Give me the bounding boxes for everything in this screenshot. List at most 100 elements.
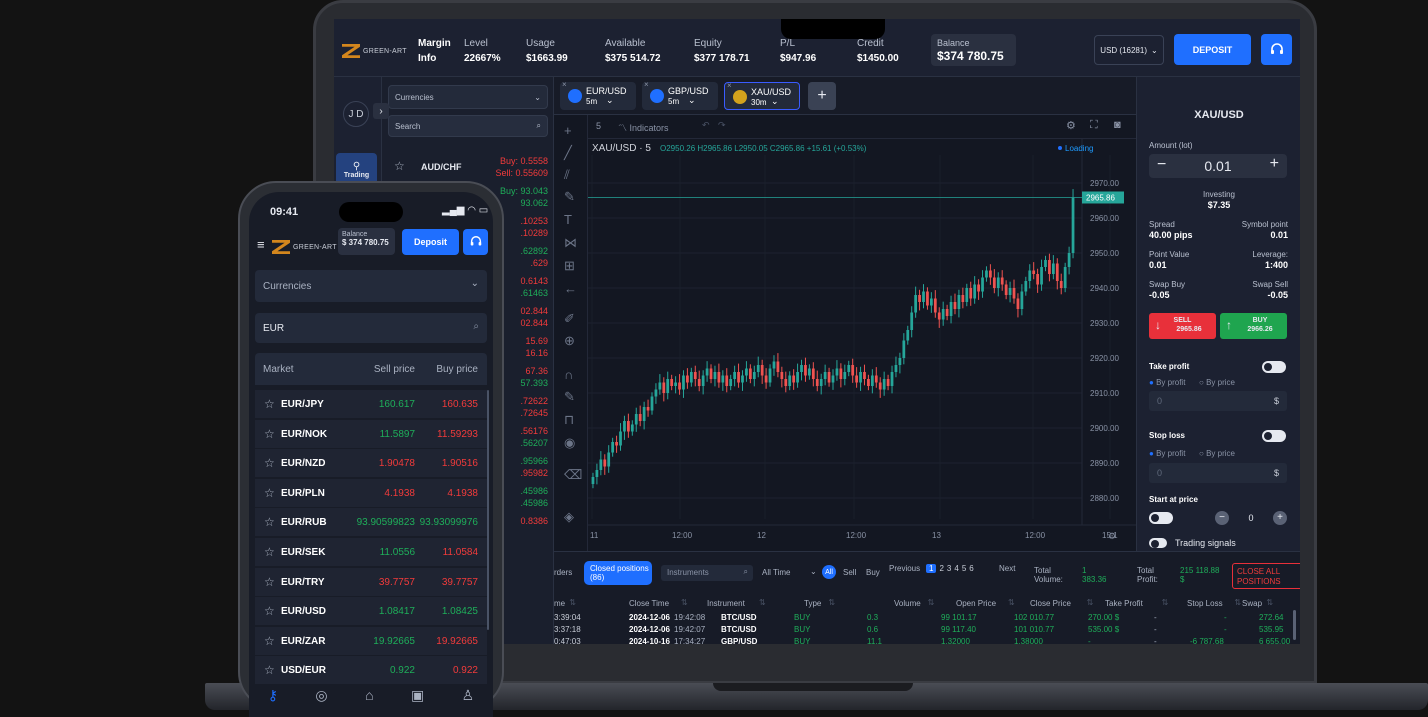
chart-icon[interactable]: ◎ (315, 687, 327, 717)
close-all-button[interactable]: CLOSE ALL POSITIONS (1232, 563, 1300, 589)
key-icon[interactable]: ⚷ (268, 687, 278, 717)
market-row[interactable]: ☆ EUR/ZAR 19.92665 19.92665 (255, 626, 487, 656)
star-icon[interactable]: ☆ (264, 456, 275, 470)
market-row[interactable]: ☆ EUR/TRY 39.7757 39.7757 (255, 567, 487, 597)
lock-icon[interactable]: ⊓ (564, 412, 574, 428)
star-icon[interactable]: ☆ (264, 634, 275, 648)
market-row[interactable]: ☆ EUR/USD 1.08417 1.08425 (255, 597, 487, 627)
eye-icon[interactable]: ◉ (564, 435, 575, 451)
orders-tab[interactable]: rders (554, 568, 572, 577)
sort-icon[interactable]: ⇅ (1008, 598, 1015, 607)
brush-icon[interactable]: ✎ (564, 189, 575, 205)
avatar[interactable]: J D (343, 101, 369, 127)
page-button[interactable]: 3 (947, 564, 951, 573)
collapse-toggle[interactable]: › (373, 103, 389, 119)
closed-positions-tab[interactable]: Closed positions (86) (584, 561, 652, 585)
time-filter[interactable]: All Time ⌄ (760, 565, 820, 581)
star-icon[interactable]: ☆ (264, 486, 275, 500)
sort-icon[interactable]: ⇅ (1087, 598, 1094, 607)
column-header[interactable]: Type (804, 599, 821, 608)
stop-loss-input[interactable]: 0 $ (1149, 463, 1287, 483)
column-header[interactable]: Close Time (629, 599, 669, 608)
star-icon[interactable]: ☆ (264, 545, 275, 559)
menu-icon[interactable]: ≡ (257, 237, 265, 252)
pattern-icon[interactable]: ⋈ (564, 235, 577, 251)
take-profit-input[interactable]: 0 $ (1149, 391, 1287, 411)
chart-tab[interactable]: × GBP/USD 5m ⌄ (642, 80, 718, 110)
page-button[interactable]: 6 (969, 564, 973, 573)
fullscreen-icon[interactable]: ⛶ (1090, 119, 1098, 132)
filter-all[interactable]: All (822, 565, 836, 579)
chart-tab[interactable]: × XAU/USD 30m ⌄ (724, 81, 800, 110)
market-row[interactable]: ☆ EUR/NOK 11.5897 11.59293 (255, 419, 487, 449)
next-page[interactable]: Next (999, 564, 1015, 573)
pencil-icon[interactable]: ✐ (564, 311, 575, 327)
start-price-stepper[interactable]: − 0 + (1215, 511, 1287, 526)
undo-icon[interactable]: ↶ (702, 120, 710, 131)
position-row[interactable]: 3:39:04 2024-12-06 19:42:08 BTC/USD BUY 0.3 99… (554, 612, 1300, 624)
back-arrow-icon[interactable]: ← (564, 281, 577, 296)
column-header[interactable]: Volume (894, 599, 921, 608)
lock-draw-icon[interactable]: ✎ (564, 389, 575, 405)
sort-icon[interactable]: ⇅ (1266, 598, 1273, 607)
page-button[interactable]: 1 (926, 564, 937, 573)
account-select[interactable]: USD (16281) ⌄ (1094, 35, 1164, 65)
start-price-toggle[interactable] (1149, 512, 1173, 524)
market-row[interactable]: ☆ EUR/JPY 160.617 160.635 (255, 390, 487, 419)
position-row[interactable]: 3:37:18 2024-12-06 19:42:07 BTC/USD BUY 0.6 99… (554, 624, 1300, 636)
scrollbar[interactable] (487, 390, 489, 630)
plus-button[interactable]: + (1270, 155, 1279, 173)
page-button[interactable]: 5 (962, 564, 966, 573)
settings-icon[interactable]: ⚙ (1066, 119, 1076, 132)
plus-button[interactable]: + (1273, 511, 1287, 525)
filter-buy[interactable]: Buy (866, 568, 880, 577)
trash-icon[interactable]: ⌫ (564, 467, 582, 483)
amount-stepper[interactable]: − 0.01 + (1149, 154, 1287, 178)
star-icon[interactable]: ☆ (264, 663, 275, 677)
column-header[interactable]: me (554, 599, 565, 608)
price-chart[interactable]: 2970.00 2960.00 2950.00 2940.00 2930.00 2920.… (588, 139, 1136, 551)
text-icon[interactable]: T (564, 212, 572, 227)
star-icon[interactable]: ☆ (394, 159, 405, 173)
sort-icon[interactable]: ⇅ (759, 598, 766, 607)
page-button[interactable]: 4 (954, 564, 958, 573)
category-select[interactable]: Currencies ⌄ (255, 270, 487, 302)
filter-sell[interactable]: Sell (843, 568, 856, 577)
prev-page[interactable]: Previous (889, 564, 920, 573)
sl-by-price[interactable]: ○ By price (1199, 449, 1235, 458)
deposit-button[interactable]: Deposit (402, 229, 459, 255)
deposit-button[interactable]: DEPOSIT (1174, 34, 1251, 65)
column-header[interactable]: Open Price (956, 599, 996, 608)
category-select[interactable]: Currencies ⌄ (388, 85, 548, 109)
sell-button[interactable]: ↓ SELL 2965.86 (1149, 313, 1216, 339)
position-row[interactable]: 0:47:03 2024-10-16 17:34:27 GBP/USD BUY 11.1 1… (554, 636, 1300, 644)
market-row[interactable]: ☆ EUR/RUB 93.90599823 93.93099976 (255, 508, 487, 538)
instrument-search[interactable]: Instruments ⌕ (661, 565, 753, 581)
star-icon[interactable]: ☆ (264, 575, 275, 589)
star-icon[interactable]: ☆ (264, 515, 275, 529)
close-icon[interactable]: × (644, 80, 649, 89)
wallet-icon[interactable]: ▣ (411, 687, 424, 717)
brand-logo[interactable]: GREEN-ART (272, 240, 337, 254)
star-icon[interactable]: ☆ (264, 397, 275, 411)
close-icon[interactable]: × (562, 80, 567, 89)
sort-icon[interactable]: ⇅ (1162, 598, 1169, 607)
column-header[interactable]: Swap (1242, 599, 1262, 608)
search-input[interactable]: EUR ⌕ (255, 313, 487, 343)
zoom-icon[interactable]: ⊕ (564, 333, 575, 349)
buy-button[interactable]: ↑ BUY 2966.26 (1220, 313, 1287, 339)
page-button[interactable]: 2 (939, 564, 943, 573)
column-header[interactable]: Take Profit (1105, 599, 1143, 608)
sort-icon[interactable]: ⇅ (1234, 598, 1241, 607)
column-header[interactable]: Close Price (1030, 599, 1071, 608)
market-row[interactable]: ☆ EUR/PLN 4.1938 4.1938 (255, 478, 487, 508)
indicators-button[interactable]: 〽 Indicators (618, 121, 669, 134)
market-row[interactable]: ☆ EUR/SEK 11.0556 11.0584 (255, 538, 487, 567)
crosshair-icon[interactable]: + (564, 123, 572, 138)
market-row[interactable]: ☆ USD/EUR 0.922 0.922 (255, 656, 487, 686)
watch-row[interactable]: ☆ AUD/CHF Buy: 0.5558 Sell: 0.55609 (382, 153, 554, 183)
column-header[interactable]: Instrument (707, 599, 745, 608)
fib-icon[interactable]: ⫽ (564, 167, 570, 183)
redo-icon[interactable]: ↷ (718, 120, 726, 131)
home-icon[interactable]: ⌂ (365, 687, 373, 717)
